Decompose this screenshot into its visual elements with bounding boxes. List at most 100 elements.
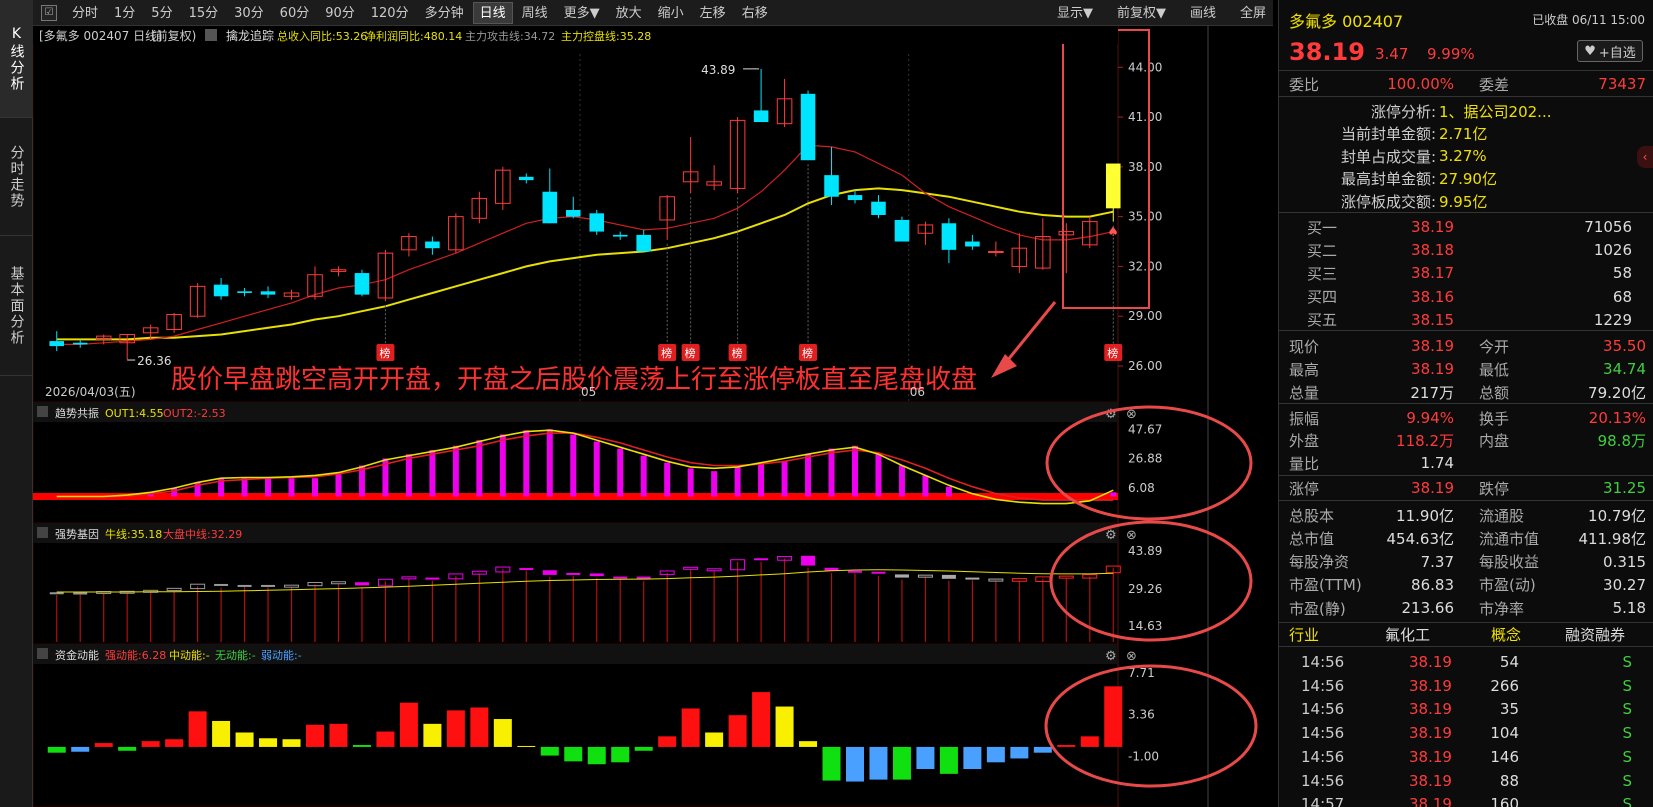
period-button[interactable]: 放大 <box>609 2 649 24</box>
tab-kline-analysis[interactable]: K线分析 <box>0 0 33 118</box>
period-button[interactable]: 60分 <box>273 2 317 24</box>
bid-row[interactable]: 买五 38.15 1229 <box>1279 308 1653 332</box>
market-status: 已收盘 06/11 15:00 <box>1532 13 1645 27</box>
period-button[interactable]: 90分 <box>318 2 362 24</box>
toolbar-right-button[interactable]: 全屏 <box>1233 2 1273 24</box>
bid-price: 38.18 <box>1411 241 1454 260</box>
quote-v2: 0.315 <box>1603 552 1646 571</box>
industry-tag[interactable]: 行业 <box>1289 624 1319 645</box>
tick-price: 38.19 <box>1409 653 1452 671</box>
help-icon <box>37 406 48 417</box>
period-button[interactable]: 更多▼ <box>557 2 607 24</box>
period-button[interactable]: 1分 <box>107 2 142 24</box>
quote-v2: 34.74 <box>1603 360 1646 378</box>
tick-vol: 104 <box>1490 724 1519 743</box>
candle-body <box>612 234 628 237</box>
period-button[interactable]: 多分钟 <box>418 2 471 24</box>
quote-l1: 现价 <box>1289 337 1320 356</box>
x-label: 06 <box>910 385 925 399</box>
toolbar-right-button[interactable]: 前复权▼ <box>1110 2 1173 24</box>
candle-body <box>542 191 558 224</box>
limit-row: 涨停分析: 1、据公司202... <box>1279 99 1653 123</box>
tick-side: S <box>1622 747 1632 766</box>
tick-vol: 160 <box>1490 795 1519 807</box>
toolbar-right-button[interactable]: 画线 <box>1183 2 1223 24</box>
period-button[interactable]: 30分 <box>227 2 271 24</box>
trend-bar <box>945 486 952 497</box>
bid-row[interactable]: 买二 38.18 1026 <box>1279 238 1653 262</box>
y-tick-label: 41.00 <box>1128 110 1162 124</box>
candle-body <box>49 341 65 347</box>
gene-box <box>73 592 88 595</box>
trend-bar <box>570 434 577 497</box>
quote-l2: 市盈(动) <box>1479 576 1536 595</box>
gene-box <box>965 577 980 580</box>
bid-row[interactable]: 买一 38.19 71056 <box>1279 215 1653 239</box>
indicator-name: 擒龙追踪 <box>226 28 274 43</box>
tab-fundamentals[interactable]: 基本面分析 <box>0 236 33 376</box>
period-button[interactable]: 120分 <box>364 2 416 24</box>
quote-l2: 市净率 <box>1479 599 1525 618</box>
concept-tag[interactable]: 概念 <box>1491 624 1521 645</box>
sub3-v3: 无动能:- <box>215 648 256 662</box>
trend-bar <box>758 462 765 497</box>
tick-time: 14:56 <box>1301 700 1345 719</box>
quote-l1: 振幅 <box>1289 409 1320 428</box>
fund-bar <box>212 720 231 747</box>
quote-v1: 7.37 <box>1420 552 1454 571</box>
candle-body <box>213 284 229 297</box>
tick-time: 14:56 <box>1301 676 1345 695</box>
settings-icon: ⚙ <box>1105 528 1117 543</box>
toolbar-right-button[interactable]: 显示▼ <box>1050 2 1100 24</box>
add-favorite-button[interactable]: ♥ +自选 <box>1577 40 1643 62</box>
kline-chart-area[interactable]: 44.00 41.00 38.00 35.00 32.00 29.00 26.00 43.89… <box>32 25 1273 807</box>
bid-row[interactable]: 买三 38.17 58 <box>1279 261 1653 285</box>
quote-row: 市盈(TTM) 86.83 市盈(动) 30.27 <box>1279 573 1653 597</box>
period-button[interactable]: 15分 <box>182 2 226 24</box>
fund-bar <box>1057 745 1076 747</box>
gene-box <box>706 568 722 572</box>
quote-l1: 总市值 <box>1289 529 1335 548</box>
y-tick-label: 29.00 <box>1128 309 1162 323</box>
period-button[interactable]: 右移 <box>735 2 775 24</box>
y-tick-label: -1.00 <box>1128 750 1159 764</box>
candle-body <box>988 250 1004 253</box>
checkbox-icon[interactable]: ☑ <box>41 4 57 21</box>
period-button[interactable]: 缩小 <box>651 2 691 24</box>
candle-body <box>354 273 370 295</box>
period-button[interactable]: 左移 <box>693 2 733 24</box>
tab-intraday[interactable]: 分时走势 <box>0 118 33 236</box>
tick-price: 38.19 <box>1409 771 1452 790</box>
y-tick-label: 14.63 <box>1128 619 1162 633</box>
bang-badge-label: 榜 <box>732 346 743 360</box>
tick-time: 14:56 <box>1301 771 1345 790</box>
industry-value[interactable]: 氟化工 <box>1385 624 1430 645</box>
trend-bar <box>546 429 553 497</box>
fund-bar <box>869 746 888 780</box>
margin-tag[interactable]: 融资融券 <box>1565 624 1625 645</box>
bid-row[interactable]: 买四 38.16 68 <box>1279 285 1653 309</box>
gene-box <box>613 576 628 579</box>
fund-bar <box>141 741 160 747</box>
collapse-arrow-icon[interactable]: ‹ <box>1637 146 1653 168</box>
chart-svg[interactable]: 44.00 41.00 38.00 35.00 32.00 29.00 26.00 43.89… <box>32 25 1273 807</box>
y-tick-label: 29.26 <box>1128 582 1162 596</box>
period-button[interactable]: 分时 <box>65 2 105 24</box>
bid-price: 38.19 <box>1411 218 1454 236</box>
sub3-v4: 弱动能:- <box>261 648 302 662</box>
ind-value: 主力攻击线:34.72 <box>465 29 555 43</box>
adj-label: (前复权) <box>151 28 196 43</box>
period-button[interactable]: 周线 <box>515 2 555 24</box>
trend-bar <box>781 461 788 497</box>
gene-box <box>237 584 252 587</box>
fund-bar <box>540 746 559 756</box>
quote-l1: 总量 <box>1289 383 1320 402</box>
period-button[interactable]: 日线 <box>472 1 513 24</box>
fund-bar <box>1080 736 1099 747</box>
limit-row: 最高封单金额: 27.90亿 <box>1279 167 1653 191</box>
annotation-arrowhead <box>991 354 1017 378</box>
period-button[interactable]: 5分 <box>144 2 179 24</box>
price-change-pct: 9.99% <box>1427 45 1475 63</box>
gene-box <box>848 570 862 573</box>
gene-box <box>683 566 699 570</box>
